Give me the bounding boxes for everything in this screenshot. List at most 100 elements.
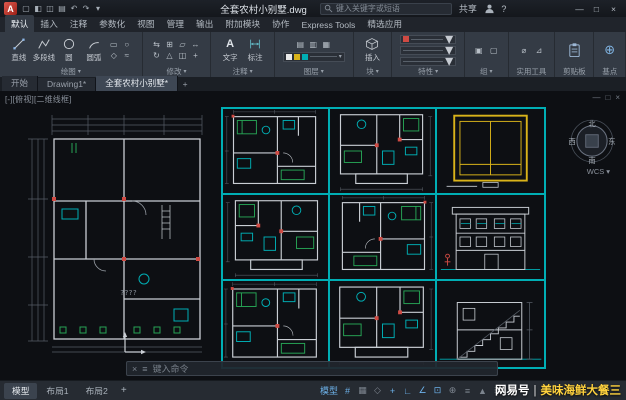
modify-tool-icon[interactable]: ▱ bbox=[176, 39, 188, 50]
properties-panel-label[interactable]: 特性▾ bbox=[395, 66, 461, 77]
compass-west-label[interactable]: 西 bbox=[569, 137, 576, 146]
ribbon-tab[interactable]: 协作 bbox=[266, 15, 295, 32]
open-file-icon[interactable]: ◧ bbox=[32, 2, 44, 15]
layer-tool-icon[interactable]: ▤ bbox=[294, 39, 306, 50]
modify-tool-icon[interactable]: ◫ bbox=[176, 50, 188, 61]
layer-tool-icon[interactable]: ▥ bbox=[307, 39, 319, 50]
side-elevation-cell[interactable] bbox=[437, 281, 544, 367]
modify-tool-icon[interactable]: ⊞ bbox=[163, 39, 175, 50]
site-plan-drawing[interactable]: ???? bbox=[24, 109, 220, 357]
modify-tool-icon[interactable]: △ bbox=[163, 50, 175, 61]
app-menu-button[interactable]: A bbox=[4, 2, 17, 15]
floor-plan-cell-5[interactable] bbox=[223, 281, 330, 367]
help-button[interactable]: ? bbox=[498, 4, 510, 14]
dynamic-input-icon[interactable]: + bbox=[386, 384, 399, 398]
polar-tracking-icon[interactable]: ∠ bbox=[416, 384, 429, 398]
new-file-icon[interactable]: ▢ bbox=[20, 2, 32, 15]
basepoint-icon[interactable]: ⊕ bbox=[604, 43, 615, 57]
snap-mode-icon[interactable]: ▦ bbox=[356, 384, 369, 398]
quick-access-dropdown-icon[interactable]: ▾ bbox=[92, 2, 104, 15]
file-tab[interactable]: 全套农村小别墅* bbox=[96, 76, 178, 91]
lineweight-dropdown[interactable]: ▾ bbox=[400, 57, 456, 66]
ribbon-tab[interactable]: 参数化 bbox=[93, 15, 131, 32]
compass-east-label[interactable]: 东 bbox=[608, 137, 615, 146]
ortho-mode-icon[interactable]: ∟ bbox=[401, 384, 414, 398]
ribbon-tab[interactable]: 默认 bbox=[5, 15, 34, 32]
ucs-dropdown[interactable]: WCS▾ bbox=[587, 167, 610, 176]
file-tab[interactable]: Drawing1* bbox=[38, 78, 96, 91]
close-button[interactable]: × bbox=[605, 0, 622, 17]
modify-tool-icon[interactable]: ⇆ bbox=[150, 39, 162, 50]
clipboard-panel-label[interactable]: 剪贴板 bbox=[558, 66, 590, 77]
utilities-panel-label[interactable]: 实用工具 bbox=[512, 66, 552, 77]
layers-panel-label[interactable]: 图层▾ bbox=[278, 66, 350, 77]
compass-south-label[interactable]: 南 bbox=[588, 156, 595, 165]
measure-tool-icon[interactable]: ⌀ bbox=[518, 45, 530, 56]
block-panel-label[interactable]: 块▾ bbox=[357, 66, 389, 77]
infer-constraints-icon[interactable]: ◇ bbox=[371, 384, 384, 398]
viewport-controls-label[interactable]: [-][俯视][二维线框] bbox=[5, 94, 72, 105]
modify-tool-icon[interactable]: ↻ bbox=[150, 50, 162, 61]
layer-tool-icon[interactable]: ▦ bbox=[320, 39, 332, 50]
ribbon-tab[interactable]: Express Tools bbox=[295, 18, 361, 32]
minimize-button[interactable]: — bbox=[571, 0, 588, 17]
save-icon[interactable]: ◫ bbox=[44, 2, 56, 15]
share-button[interactable]: 共享 bbox=[455, 2, 481, 15]
command-input[interactable] bbox=[153, 364, 492, 374]
command-customize-icon[interactable]: ≡ bbox=[142, 364, 147, 374]
group-tool-icon[interactable]: ▣ bbox=[473, 45, 485, 56]
measure-tool-icon[interactable]: ⊿ bbox=[533, 45, 545, 56]
ribbon-tab[interactable]: 视图 bbox=[131, 15, 160, 32]
ribbon-tab[interactable]: 精选应用 bbox=[361, 15, 408, 32]
floor-plan-cell-1[interactable] bbox=[223, 109, 330, 195]
new-drawing-tab-button[interactable]: + bbox=[178, 78, 192, 91]
ribbon-tab[interactable]: 附加模块 bbox=[219, 15, 266, 32]
ribbon-tab[interactable]: 注释 bbox=[64, 15, 93, 32]
ribbon-tab[interactable]: 管理 bbox=[161, 15, 190, 32]
draw-tool-icon[interactable]: ○ bbox=[121, 39, 133, 50]
floor-plan-cell-3[interactable] bbox=[223, 195, 330, 281]
front-elevation-cell[interactable] bbox=[437, 195, 544, 281]
viewport-minimize-icon[interactable]: — bbox=[592, 93, 600, 102]
search-input[interactable] bbox=[336, 4, 448, 13]
snap-tracking-icon[interactable]: ⊕ bbox=[446, 384, 459, 398]
dimension-tool-button[interactable]: 标注 bbox=[244, 37, 266, 63]
lineweight-icon[interactable]: ≡ bbox=[461, 384, 474, 398]
layout-tab[interactable]: 模型 bbox=[4, 383, 37, 399]
line-tool-button[interactable]: 直线 bbox=[8, 37, 30, 63]
grid-display-icon[interactable]: # bbox=[341, 384, 354, 398]
annotation-visibility-icon[interactable]: ▲ bbox=[476, 384, 489, 398]
compass-north-label[interactable]: 北 bbox=[588, 119, 596, 128]
annotate-panel-label[interactable]: 注释▾ bbox=[214, 66, 271, 77]
object-snap-icon[interactable]: ⊡ bbox=[431, 384, 444, 398]
viewcube-compass[interactable]: 北 南 东 西 bbox=[568, 117, 616, 165]
modify-tool-icon[interactable]: + bbox=[189, 50, 201, 61]
undo-icon[interactable]: ↶ bbox=[68, 2, 80, 15]
draw-tool-icon[interactable]: ▭ bbox=[108, 39, 120, 50]
model-space-toggle[interactable]: 模型 bbox=[319, 384, 339, 398]
polyline-tool-button[interactable]: 多段线 bbox=[33, 37, 55, 63]
layout-tab[interactable]: 布局1 bbox=[38, 383, 76, 399]
viewport-restore-icon[interactable]: □ bbox=[605, 93, 610, 102]
draw-tool-icon[interactable]: ≈ bbox=[121, 50, 133, 61]
floor-plan-cell-6[interactable] bbox=[330, 281, 437, 367]
modify-tool-icon[interactable]: ↔ bbox=[189, 39, 201, 50]
drawing-canvas[interactable]: [-][俯视][二维线框] — □ × bbox=[0, 91, 626, 380]
draw-tool-icon[interactable]: ◇ bbox=[108, 50, 120, 61]
ribbon-tab[interactable]: 插入 bbox=[34, 15, 63, 32]
print-icon[interactable]: ▤ bbox=[56, 2, 68, 15]
layer-dropdown[interactable]: ▾ bbox=[283, 52, 345, 62]
groups-panel-label[interactable]: 组▾ bbox=[468, 66, 505, 77]
add-layout-button[interactable]: + bbox=[117, 385, 131, 396]
arc-tool-button[interactable]: 圆弧 bbox=[83, 37, 105, 63]
group-tool-icon[interactable]: ▢ bbox=[488, 45, 500, 56]
paste-icon[interactable] bbox=[567, 42, 582, 58]
restore-button[interactable]: □ bbox=[588, 0, 605, 17]
account-icon[interactable] bbox=[484, 3, 495, 14]
command-line[interactable]: × ≡ bbox=[126, 361, 498, 376]
circle-tool-button[interactable]: 圆 bbox=[58, 37, 80, 63]
viewport-close-icon[interactable]: × bbox=[615, 93, 620, 102]
redo-icon[interactable]: ↷ bbox=[80, 2, 92, 15]
basepoint-panel-label[interactable]: 基点 bbox=[597, 66, 622, 77]
file-tab[interactable]: 开始 bbox=[2, 76, 38, 91]
